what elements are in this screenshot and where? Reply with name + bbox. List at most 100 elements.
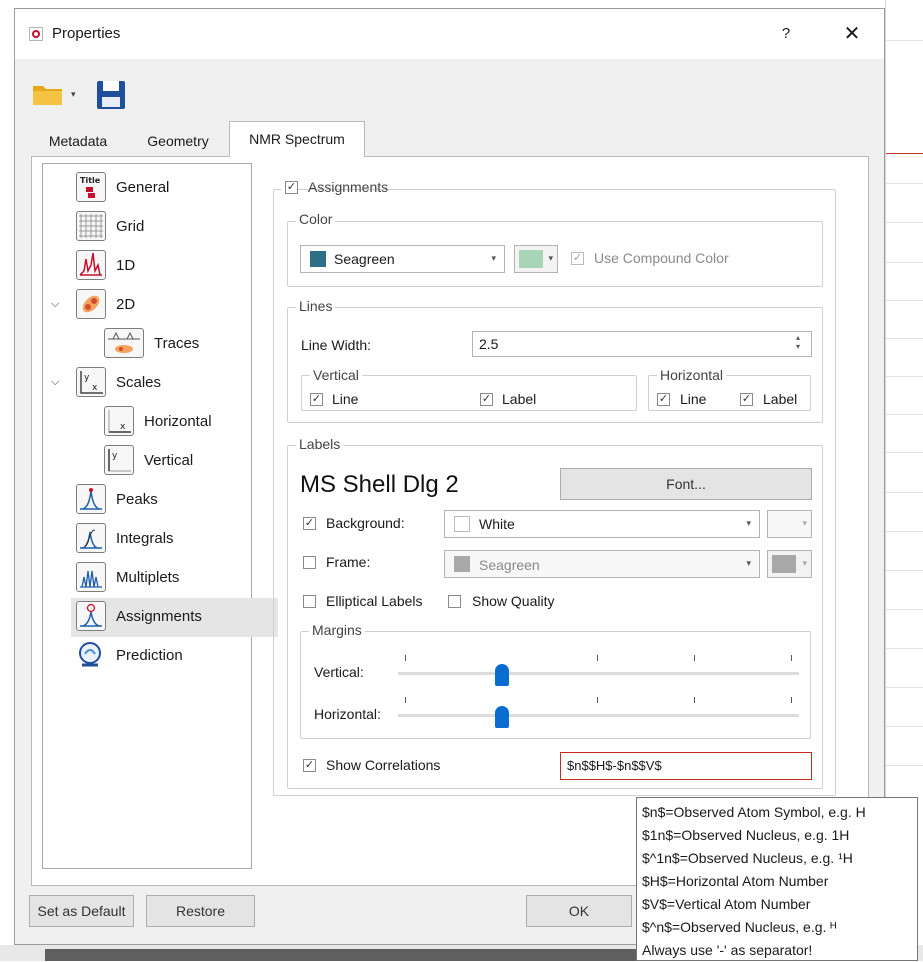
- use-compound-color-label: Use Compound Color: [594, 250, 729, 266]
- frame-color-button[interactable]: ▾: [767, 550, 812, 578]
- tree-item-1d[interactable]: 1D: [76, 247, 135, 283]
- background-color-button[interactable]: ▾: [767, 510, 812, 538]
- elliptical-labels-label: Elliptical Labels: [326, 593, 423, 609]
- horizontal-scale-icon: x: [104, 406, 134, 436]
- show-quality-checkbox[interactable]: [448, 595, 461, 608]
- spin-arrows-icon[interactable]: ▴ ▾: [796, 333, 800, 351]
- tooltip-line: $^n$=Observed Nucleus, e.g. ᴴ: [642, 919, 837, 935]
- tree-item-vertical[interactable]: y Vertical: [104, 442, 193, 478]
- tab-geometry[interactable]: Geometry: [135, 127, 221, 155]
- tree-item-integrals[interactable]: Integrals: [76, 520, 174, 556]
- help-button[interactable]: ?: [771, 21, 801, 47]
- tab-nmr-spectrum[interactable]: NMR Spectrum: [229, 121, 365, 157]
- tree-item-traces[interactable]: Traces: [104, 325, 199, 361]
- restore-button[interactable]: Restore: [146, 895, 255, 927]
- assignments-icon: [76, 601, 106, 631]
- save-icon[interactable]: [95, 79, 127, 111]
- horizontal-label-label: Label: [763, 391, 798, 407]
- tree-item-peaks[interactable]: Peaks: [76, 481, 158, 517]
- tooltip-line: $^1n$=Observed Nucleus, e.g. ¹H: [642, 850, 853, 866]
- horizontal-label-checkbox[interactable]: ✓: [740, 393, 753, 406]
- vertical-legend: Vertical: [310, 367, 362, 383]
- tooltip-line: $n$=Observed Atom Symbol, e.g. H: [642, 804, 866, 820]
- folder-icon[interactable]: [32, 82, 64, 106]
- tree-label: Integrals: [116, 529, 174, 547]
- slider-tick: [791, 655, 792, 661]
- vertical-margin-slider[interactable]: [398, 672, 799, 675]
- tooltip-line: Always use '-' as separator!: [642, 942, 813, 958]
- tree-item-multiplets[interactable]: Multiplets: [76, 559, 179, 595]
- grid-icon: [76, 211, 106, 241]
- svg-text:y: y: [112, 451, 118, 461]
- frame-swatch: [454, 556, 470, 572]
- elliptical-labels-checkbox[interactable]: [303, 595, 316, 608]
- line-width-label: Line Width:: [301, 337, 372, 353]
- frame-color-select[interactable]: Seagreen ▾: [444, 550, 760, 578]
- tree-item-assignments[interactable]: Assignments: [76, 598, 202, 634]
- show-correlations-checkbox[interactable]: ✓: [303, 759, 316, 772]
- vertical-line-checkbox[interactable]: ✓: [310, 393, 323, 406]
- tree-item-2d[interactable]: 2D: [76, 286, 135, 322]
- tab-metadata[interactable]: Metadata: [37, 127, 119, 155]
- tooltip-line: $H$=Horizontal Atom Number: [642, 873, 829, 889]
- frame-label: Frame:: [326, 554, 371, 570]
- tree-item-grid[interactable]: Grid: [76, 208, 144, 244]
- tree-item-prediction[interactable]: Prediction: [76, 637, 183, 673]
- horizontal-margin-label: Horizontal:: [314, 706, 381, 722]
- tree-label: Multiplets: [116, 568, 180, 586]
- line-width-input[interactable]: 2.5: [472, 331, 812, 357]
- tree-item-horizontal[interactable]: x Horizontal: [104, 403, 212, 439]
- frame-button-swatch: [772, 555, 796, 573]
- assignments-label: Assignments: [308, 179, 389, 195]
- horizontal-line-label: Line: [680, 391, 707, 407]
- font-name: MS Shell Dlg 2: [300, 471, 459, 498]
- tree-item-scales[interactable]: yx Scales: [76, 364, 161, 400]
- compound-swatch: [519, 250, 543, 268]
- window-title: Properties: [52, 25, 121, 42]
- correlations-format-input[interactable]: $n$$H$-$n$$V$: [560, 752, 812, 780]
- tree-label: Horizontal: [144, 412, 212, 430]
- tree-label: Traces: [154, 334, 200, 352]
- svg-text:x: x: [92, 383, 98, 393]
- frame-checkbox[interactable]: [303, 556, 316, 569]
- color-select[interactable]: Seagreen ▾: [300, 245, 505, 273]
- background-color-select[interactable]: White ▾: [444, 510, 760, 538]
- tree-label: Prediction: [116, 646, 183, 664]
- peaks-icon: [76, 484, 106, 514]
- close-button[interactable]: ✕: [837, 21, 867, 47]
- show-correlations-label: Show Correlations: [326, 757, 441, 773]
- tree-label: Scales: [116, 373, 162, 391]
- vertical-margin-thumb[interactable]: [494, 664, 509, 686]
- chevron-down-icon: ▾: [491, 253, 496, 263]
- font-button[interactable]: Font...: [560, 468, 812, 500]
- title-icon: Title: [76, 172, 106, 202]
- slider-tick: [597, 697, 598, 703]
- assignments-checkbox[interactable]: ✓: [285, 181, 298, 194]
- spectrum-1d-icon: [76, 250, 106, 280]
- background-value: White: [479, 516, 515, 532]
- tree-label: Grid: [116, 217, 145, 235]
- use-compound-color-checkbox[interactable]: ✓: [571, 252, 584, 265]
- traces-icon: [104, 328, 144, 358]
- spectrum-2d-icon: [76, 289, 106, 319]
- chevron-down-icon[interactable]: ⌵: [51, 376, 59, 389]
- horizontal-line-checkbox[interactable]: ✓: [657, 393, 670, 406]
- horizontal-margin-slider[interactable]: [398, 714, 799, 717]
- slider-tick: [694, 697, 695, 703]
- tree-item-general[interactable]: Title General: [76, 169, 169, 205]
- color-legend: Color: [296, 211, 336, 227]
- prediction-icon: [76, 640, 106, 670]
- chevron-down-icon[interactable]: ⌵: [51, 298, 59, 311]
- tree-label: Peaks: [116, 490, 158, 508]
- background-checkbox[interactable]: ✓: [303, 517, 316, 530]
- chevron-down-icon[interactable]: ▾: [71, 89, 76, 100]
- chevron-down-icon: ▾: [746, 558, 751, 568]
- vertical-label-checkbox[interactable]: ✓: [480, 393, 493, 406]
- vertical-label-label: Label: [502, 391, 537, 407]
- tooltip-line: $V$=Vertical Atom Number: [642, 896, 811, 912]
- slider-tick: [597, 655, 598, 661]
- set-as-default-button[interactable]: Set as Default: [29, 895, 134, 927]
- horizontal-margin-thumb[interactable]: [494, 706, 509, 728]
- compound-color-button[interactable]: ▾: [514, 245, 558, 273]
- ok-button[interactable]: OK: [526, 895, 632, 927]
